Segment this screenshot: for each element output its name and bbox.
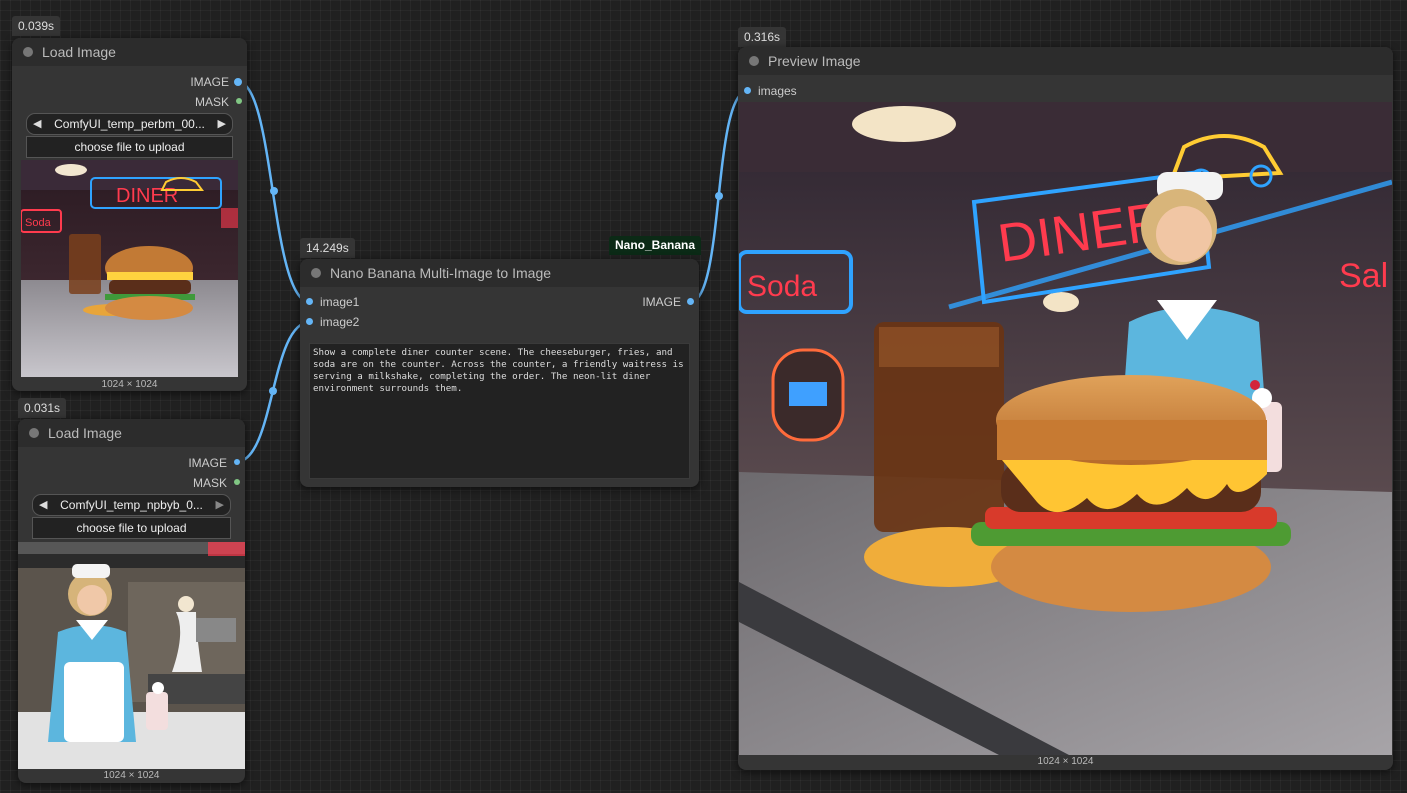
neon-diner-sign: DINER <box>116 185 178 207</box>
timing-badge: 0.039s <box>12 16 61 36</box>
load-image-node-2[interactable]: Load Image IMAGE MASK ◀ ComfyUI_temp_npb… <box>18 419 245 783</box>
choose-file-button[interactable]: choose file to upload <box>32 517 231 539</box>
node-source-badge: Nano_Banana <box>609 236 702 255</box>
output-mask-label: MASK <box>194 95 229 109</box>
timing-badge: 0.316s <box>738 27 787 47</box>
input-images-slot[interactable] <box>744 87 751 94</box>
node-title-bar[interactable]: Nano Banana Multi-Image to Image <box>300 259 699 287</box>
output-mask-slot[interactable] <box>236 98 242 104</box>
timing-badge: 0.031s <box>18 398 67 418</box>
output-image-slot[interactable] <box>687 298 694 305</box>
choose-file-button[interactable]: choose file to upload <box>26 136 233 158</box>
node-title: Load Image <box>42 44 116 60</box>
node-title-bar[interactable]: Preview Image <box>738 47 1393 75</box>
neon-soda-sign: Soda <box>25 217 52 229</box>
input-image1-label: image1 <box>320 295 360 309</box>
output-image-slot[interactable] <box>234 78 242 86</box>
wire-reroute-dot <box>270 187 278 195</box>
image-select-value: ComfyUI_temp_perbm_00... <box>54 117 205 131</box>
image-select-combo[interactable]: ◀ ComfyUI_temp_perbm_00... ▶ <box>26 113 233 135</box>
input-image2-slot[interactable] <box>306 318 313 325</box>
input-images-label: images <box>758 84 797 98</box>
image-dimensions: 1024 × 1024 <box>103 770 160 781</box>
node-title: Nano Banana Multi-Image to Image <box>330 265 552 281</box>
output-image-label: IMAGE <box>188 456 227 470</box>
output-image-slot[interactable] <box>234 459 240 465</box>
nano-banana-node[interactable]: Nano Banana Multi-Image to Image image1 … <box>300 259 699 487</box>
collapse-dot-icon[interactable] <box>749 56 759 66</box>
preview-image-node[interactable]: Preview Image images DINER Soda Sal 1024… <box>738 47 1393 770</box>
svg-text:Sal: Sal <box>1339 257 1388 295</box>
timing-badge: 14.249s <box>300 238 355 258</box>
arrow-left-icon[interactable]: ◀ <box>39 495 47 515</box>
node-title-bar[interactable]: Load Image <box>18 419 245 447</box>
arrow-right-icon[interactable]: ▶ <box>218 114 226 134</box>
output-image-label: IMAGE <box>642 295 681 309</box>
arrow-right-icon[interactable]: ▶ <box>216 495 224 515</box>
load-image-node-1[interactable]: Load Image IMAGE MASK ◀ ComfyUI_temp_per… <box>12 38 247 391</box>
wire-reroute-dot <box>269 387 277 395</box>
collapse-dot-icon[interactable] <box>29 428 39 438</box>
node-title: Load Image <box>48 425 122 441</box>
collapse-dot-icon[interactable] <box>23 47 33 57</box>
collapse-dot-icon[interactable] <box>311 268 321 278</box>
image-dimensions: 1024 × 1024 <box>1037 756 1094 767</box>
node-title: Preview Image <box>768 53 861 69</box>
image-preview-waitress <box>18 542 245 769</box>
input-image1-slot[interactable] <box>306 298 313 305</box>
image-select-combo[interactable]: ◀ ComfyUI_temp_npbyb_0... ▶ <box>32 494 231 516</box>
neon-soda-sign: Soda <box>747 270 817 303</box>
image-dimensions: 1024 × 1024 <box>101 379 158 390</box>
arrow-left-icon[interactable]: ◀ <box>33 114 41 134</box>
wire-reroute-dot <box>715 192 723 200</box>
image-select-value: ComfyUI_temp_npbyb_0... <box>60 498 203 512</box>
output-image-label: IMAGE <box>190 75 229 89</box>
output-mask-slot[interactable] <box>234 479 240 485</box>
output-image-preview: DINER Soda Sal <box>739 102 1392 755</box>
input-image2-label: image2 <box>320 315 360 329</box>
output-mask-label: MASK <box>192 476 227 490</box>
node-title-bar[interactable]: Load Image <box>12 38 247 66</box>
prompt-textarea[interactable]: Show a complete diner counter scene. The… <box>309 343 690 479</box>
image-preview-burger: DINER Soda <box>21 160 238 377</box>
